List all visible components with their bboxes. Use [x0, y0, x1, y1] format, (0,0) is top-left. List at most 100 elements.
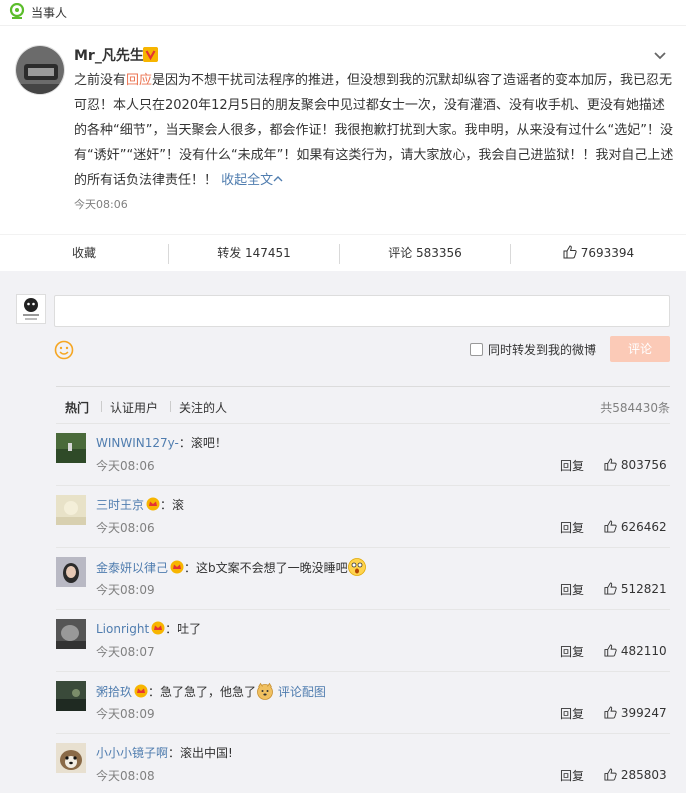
surprised-emoji-icon — [347, 558, 366, 576]
thumbs-up-icon — [604, 768, 617, 781]
comment-time[interactable]: 今天08:08 — [96, 767, 155, 784]
comment-text: ：滚 — [160, 498, 185, 512]
comment-content: WINWIN127y-：滚吧！ — [96, 434, 227, 451]
thumbs-up-icon — [604, 582, 617, 595]
commenter-avatar[interactable] — [56, 619, 86, 649]
repost-label: 转发 147451 — [217, 246, 291, 260]
comment-count-label: 评论 583356 — [388, 246, 462, 260]
comment-text: ：滚出中国! — [168, 746, 233, 760]
like-button[interactable]: 7693394 — [511, 235, 686, 272]
tab-hot[interactable]: 热门 — [65, 399, 89, 416]
tab-verified-users[interactable]: 认证用户 — [110, 399, 158, 416]
commenter-name[interactable]: 粥拾玖 — [96, 685, 132, 699]
comment-time[interactable]: 今天08:09 — [96, 705, 155, 722]
reply-button[interactable]: 回复 — [560, 581, 584, 598]
comment-like-button[interactable]: 803756 — [604, 458, 667, 472]
reply-button[interactable]: 回复 — [560, 519, 584, 536]
comment-like-button[interactable]: 512821 — [604, 582, 667, 596]
chevron-down-icon[interactable] — [652, 47, 668, 63]
commenter-avatar[interactable] — [56, 495, 86, 525]
post-time[interactable]: 今天08:06 — [74, 196, 128, 212]
comment-content: 小小小镜子啊：滚出中国! — [96, 744, 233, 761]
comment-text: ：这b文案不会想了一晚没睡吧 — [184, 561, 348, 575]
post-body: 之前没有回应是因为不想干扰司法程序的推进，但没想到我的沉默却纵容了造谣者的变本加… — [74, 68, 674, 193]
thumbs-up-icon — [604, 520, 617, 533]
post-action-bar: 收藏 转发 147451 评论 583356 7693394 — [0, 234, 686, 271]
commenter-avatar[interactable] — [56, 681, 86, 711]
doge-emoji-icon — [257, 682, 273, 700]
commenter-avatar[interactable] — [56, 433, 86, 463]
commenter-name[interactable]: WINWIN127y- — [96, 436, 179, 450]
emoji-picker-icon[interactable] — [54, 340, 74, 360]
commenter-name[interactable]: 小小小镜子啊 — [96, 746, 168, 760]
comment-like-button[interactable]: 482110 — [604, 644, 667, 658]
comment-button[interactable]: 评论 583356 — [340, 235, 510, 272]
vip-crown-icon — [151, 621, 165, 635]
post-text-highlight[interactable]: 回应 — [126, 73, 152, 88]
comment-input[interactable] — [54, 295, 670, 327]
commenter-name[interactable]: 三时王京 — [96, 498, 144, 512]
repost-checkbox-label[interactable]: 同时转发到我的微博 — [488, 341, 596, 358]
comment-row: 金泰妍以律己 ：这b文案不会想了一晚没睡吧 今天08:09 回复 512821 — [56, 548, 670, 610]
author-name[interactable]: Mr_凡先生 — [74, 45, 144, 65]
thumbs-up-icon — [604, 458, 617, 471]
comment-row: 粥拾玖 ：急了急了，他急了 评论配图 今天08:09 回复 399247 — [56, 672, 670, 734]
thumbs-up-icon — [604, 706, 617, 719]
comment-total: 共584430条 — [600, 401, 670, 415]
comment-like-button[interactable]: 285803 — [604, 768, 667, 782]
tab-divider — [170, 401, 171, 412]
comment-time[interactable]: 今天08:07 — [96, 643, 155, 660]
post-text-part1: 之前没有 — [74, 73, 127, 88]
commenter-avatar[interactable] — [56, 557, 86, 587]
author-avatar[interactable] — [15, 45, 65, 95]
comment-content: 三时王京 ：滚 — [96, 496, 184, 513]
reply-button[interactable]: 回复 — [560, 643, 584, 660]
comment-time[interactable]: 今天08:09 — [96, 581, 155, 598]
comment-content: 金泰妍以律己 ：这b文案不会想了一晚没睡吧 — [96, 558, 366, 576]
comment-content: Lionright ：吐了 — [96, 620, 201, 637]
comment-content: 粥拾玖 ：急了急了，他急了 评论配图 — [96, 682, 326, 700]
repost-button[interactable]: 转发 147451 — [169, 235, 339, 272]
favorite-button[interactable]: 收藏 — [0, 235, 168, 272]
commenter-name[interactable]: Lionright — [96, 622, 149, 636]
like-count-label: 7693394 — [580, 246, 635, 260]
weibo-post: Mr_凡先生 之前没有回应是因为不想干扰司法程序的推进，但没想到我的沉默却纵容了… — [0, 27, 686, 234]
comment-like-count: 482110 — [620, 644, 667, 658]
location-pin-icon — [9, 3, 25, 19]
comment-like-count: 399247 — [620, 706, 667, 720]
reply-button[interactable]: 回复 — [560, 457, 584, 474]
reply-button[interactable]: 回复 — [560, 705, 584, 722]
reply-button[interactable]: 回复 — [560, 767, 584, 784]
collapse-link[interactable]: 收起全文 — [221, 173, 283, 188]
topic-tag-bar: 当事人 — [0, 0, 686, 26]
comment-row: 三时王京 ：滚 今天08:06 回复 626462 — [56, 486, 670, 548]
commenter-name[interactable]: 金泰妍以律己 — [96, 561, 168, 575]
comment-text: ：滚吧！ — [178, 436, 227, 450]
comment-time[interactable]: 今天08:06 — [96, 519, 155, 536]
chevron-up-icon — [273, 176, 283, 182]
thumbs-up-icon — [604, 644, 617, 657]
comment-row: WINWIN127y-：滚吧！ 今天08:06 回复 803756 — [56, 424, 670, 486]
comment-like-count: 803756 — [620, 458, 667, 472]
vip-crown-icon — [134, 684, 148, 698]
comment-time[interactable]: 今天08:06 — [96, 457, 155, 474]
my-avatar[interactable] — [16, 294, 46, 324]
comment-section: 同时转发到我的微博 评论 热门 认证用户 关注的人 共584430条 WINWI… — [0, 271, 686, 793]
comment-image-link[interactable]: 评论配图 — [278, 685, 326, 699]
post-text-part2: 是因为不想干扰司法程序的推进，但没想到我的沉默却纵容了造谣者的变本加厉，我已忍无… — [74, 73, 674, 188]
submit-comment-button[interactable]: 评论 — [610, 336, 670, 362]
verified-badge-icon — [143, 47, 158, 62]
comment-text: ：急了急了，他急了 — [148, 685, 257, 699]
tab-following[interactable]: 关注的人 — [179, 399, 227, 416]
comment-filter-tabs: 热门 认证用户 关注的人 共584430条 — [56, 386, 670, 424]
comment-like-count: 285803 — [620, 768, 667, 782]
comment-text: ：吐了 — [165, 622, 202, 636]
commenter-avatar[interactable] — [56, 743, 86, 773]
comment-like-button[interactable]: 399247 — [604, 706, 667, 720]
vip-crown-icon — [170, 560, 184, 574]
comment-row: Lionright ：吐了 今天08:07 回复 482110 — [56, 610, 670, 672]
topic-tag-label[interactable]: 当事人 — [31, 4, 67, 21]
repost-checkbox[interactable] — [470, 343, 483, 356]
comment-like-button[interactable]: 626462 — [604, 520, 667, 534]
favorite-label: 收藏 — [71, 246, 96, 260]
